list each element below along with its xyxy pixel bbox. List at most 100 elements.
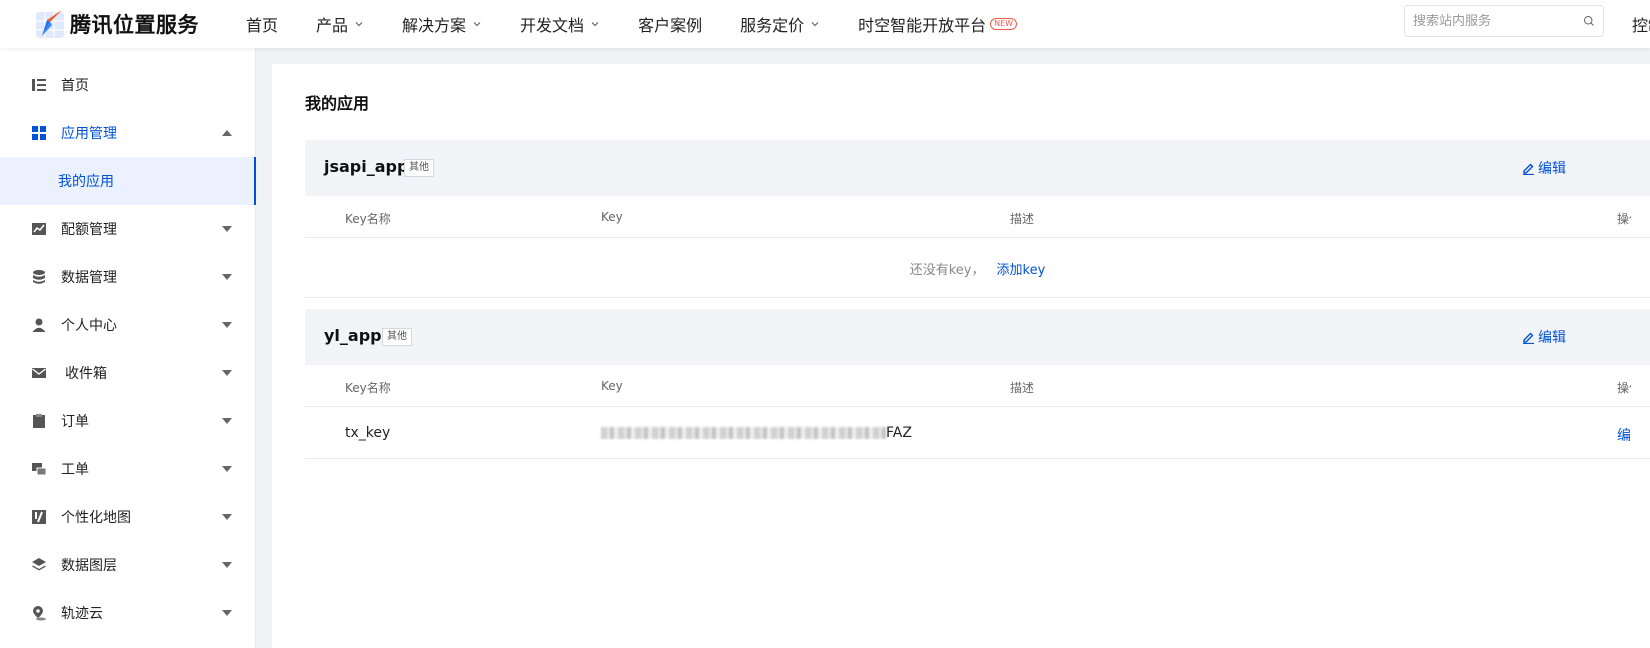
- edit-icon: [1523, 163, 1534, 175]
- logo-mark-icon: [34, 8, 66, 40]
- search-icon[interactable]: [1583, 13, 1595, 29]
- edit-app-button[interactable]: 编辑: [1522, 158, 1566, 178]
- console-link[interactable]: 控制台: [1632, 12, 1650, 36]
- nav-item-cases[interactable]: 客户案例: [638, 12, 702, 36]
- location-icon: [33, 606, 46, 621]
- column-header-op: 操作: [1617, 212, 1631, 226]
- table-header: Key名称 Key 描述 操作: [305, 365, 1650, 407]
- sidebar-item-label: 轨迹云: [61, 606, 103, 622]
- sidebar-item-tickets[interactable]: 工单: [0, 445, 256, 493]
- sidebar-item-data-layers[interactable]: 数据图层: [0, 541, 256, 589]
- add-key-link[interactable]: 添加key: [997, 259, 1046, 278]
- sidebar-item-custom-map[interactable]: 个性化地图: [0, 493, 256, 541]
- chevron-down-icon: [473, 22, 481, 27]
- caret-down-icon: [222, 466, 232, 472]
- sidebar-item-app-management[interactable]: 应用管理: [0, 109, 256, 157]
- sidebar-item-quota[interactable]: 配额管理: [0, 205, 256, 253]
- nav-item-solutions[interactable]: 解决方案: [402, 12, 482, 36]
- key-name-cell: tx_key: [345, 425, 391, 441]
- sidebar-item-label: 数据图层: [61, 558, 117, 574]
- site-search: [1404, 5, 1604, 37]
- chevron-down-icon: [355, 22, 363, 27]
- column-header-op: 操作: [1617, 381, 1631, 395]
- nav-item-products[interactable]: 产品: [316, 12, 364, 36]
- sidebar-item-label: 工单: [61, 462, 89, 478]
- empty-state: 还没有key， 添加key: [305, 238, 1650, 298]
- empty-row: 还没有key， 添加key: [305, 238, 1650, 298]
- column-header-desc: 描述: [1010, 381, 1035, 395]
- app-tag: 其他: [382, 328, 412, 346]
- app-header: yl_app 其他 编辑: [305, 309, 1650, 365]
- caret-down-icon: [222, 514, 232, 520]
- brand-name: 腾讯位置服务: [70, 13, 199, 37]
- masked-key: [601, 427, 886, 439]
- caret-down-icon: [222, 418, 232, 424]
- sidebar-item-label: 应用管理: [61, 126, 117, 142]
- main-content: 我的应用 jsapi_app 其他 编辑 Key名称 Key 描述 操作 还没有…: [272, 64, 1650, 648]
- sidebar-subitem-my-apps[interactable]: 我的应用: [0, 157, 256, 205]
- database-icon: [33, 270, 45, 284]
- app-header: jsapi_app 其他 编辑: [305, 140, 1650, 196]
- app-name: yl_app: [324, 326, 382, 345]
- layers-icon: [32, 558, 46, 571]
- sidebar-item-label: 配额管理: [61, 222, 117, 238]
- table-header: Key名称 Key 描述 操作: [305, 196, 1650, 238]
- caret-down-icon: [222, 274, 232, 280]
- ticket-icon: [32, 463, 47, 476]
- nav-item-spatiotemporal[interactable]: 时空智能开放平台 NEW: [858, 12, 1018, 36]
- page-title: 我的应用: [305, 94, 370, 113]
- sidebar-item-profile[interactable]: 个人中心: [0, 301, 256, 349]
- app-name: jsapi_app: [324, 157, 409, 176]
- app-tag: 其他: [404, 159, 434, 177]
- mail-icon: [32, 368, 46, 378]
- caret-down-icon: [222, 370, 232, 376]
- edit-key-link[interactable]: 编辑: [1617, 425, 1631, 445]
- sidebar: 首页 应用管理 我的应用 配额管理 数据管理 个人中心 收件箱 订单 工单 个性…: [0, 48, 256, 648]
- key-value-cell[interactable]: FAZ: [601, 425, 912, 441]
- grid-icon: [32, 126, 46, 140]
- caret-up-icon: [222, 130, 232, 136]
- empty-text: 还没有key，: [909, 262, 985, 278]
- new-badge: NEW: [990, 18, 1018, 30]
- clipboard-icon: [33, 414, 45, 428]
- chevron-down-icon: [811, 22, 819, 27]
- app-card-jsapi: jsapi_app 其他 编辑 Key名称 Key 描述 操作 还没有key， …: [305, 140, 1650, 300]
- sidebar-item-orders[interactable]: 订单: [0, 397, 256, 445]
- sidebar-item-label: 数据管理: [61, 270, 117, 286]
- caret-down-icon: [222, 226, 232, 232]
- user-icon: [32, 318, 46, 332]
- edit-icon: [1523, 332, 1534, 344]
- top-navbar: 腾讯位置服务 首页 产品 解决方案 开发文档 客户案例 服务定价 时空智能开放平…: [0, 0, 1650, 48]
- brand-logo[interactable]: 腾讯位置服务: [34, 4, 199, 44]
- table-row: tx_key FAZ 编辑: [305, 407, 1650, 459]
- column-header-key-name: Key名称: [345, 212, 391, 226]
- sidebar-item-label: 收件箱: [65, 366, 107, 382]
- chevron-down-icon: [591, 22, 599, 27]
- sidebar-item-label: 订单: [61, 414, 89, 430]
- sidebar-item-trace-cloud[interactable]: 轨迹云: [0, 589, 256, 637]
- nav-item-docs[interactable]: 开发文档: [520, 12, 600, 36]
- nav-item-pricing[interactable]: 服务定价: [740, 12, 820, 36]
- column-header-desc: 描述: [1010, 212, 1035, 226]
- sidebar-subitem-label: 我的应用: [58, 174, 114, 190]
- caret-down-icon: [222, 610, 232, 616]
- sidebar-item-home[interactable]: 首页: [0, 61, 256, 109]
- column-header-key: Key: [601, 379, 623, 393]
- main-nav: 首页 产品 解决方案 开发文档 客户案例 服务定价 时空智能开放平台 NEW: [246, 0, 1055, 48]
- search-input[interactable]: [1413, 13, 1583, 29]
- sidebar-item-label: 个性化地图: [61, 510, 131, 526]
- column-header-key: Key: [601, 210, 623, 224]
- app-card-yl: yl_app 其他 编辑 Key名称 Key 描述 操作 tx_key FAZ …: [305, 309, 1650, 461]
- nav-item-home[interactable]: 首页: [246, 12, 278, 36]
- edit-app-button[interactable]: 编辑: [1522, 327, 1566, 347]
- caret-down-icon: [222, 562, 232, 568]
- chart-icon: [32, 223, 46, 235]
- list-icon: [32, 79, 46, 91]
- sidebar-item-inbox[interactable]: 收件箱: [0, 349, 256, 397]
- map-style-icon: [32, 510, 46, 524]
- sidebar-item-data[interactable]: 数据管理: [0, 253, 256, 301]
- sidebar-item-label: 首页: [61, 78, 89, 94]
- column-header-key-name: Key名称: [345, 381, 391, 395]
- caret-down-icon: [222, 322, 232, 328]
- sidebar-item-label: 个人中心: [61, 318, 117, 334]
